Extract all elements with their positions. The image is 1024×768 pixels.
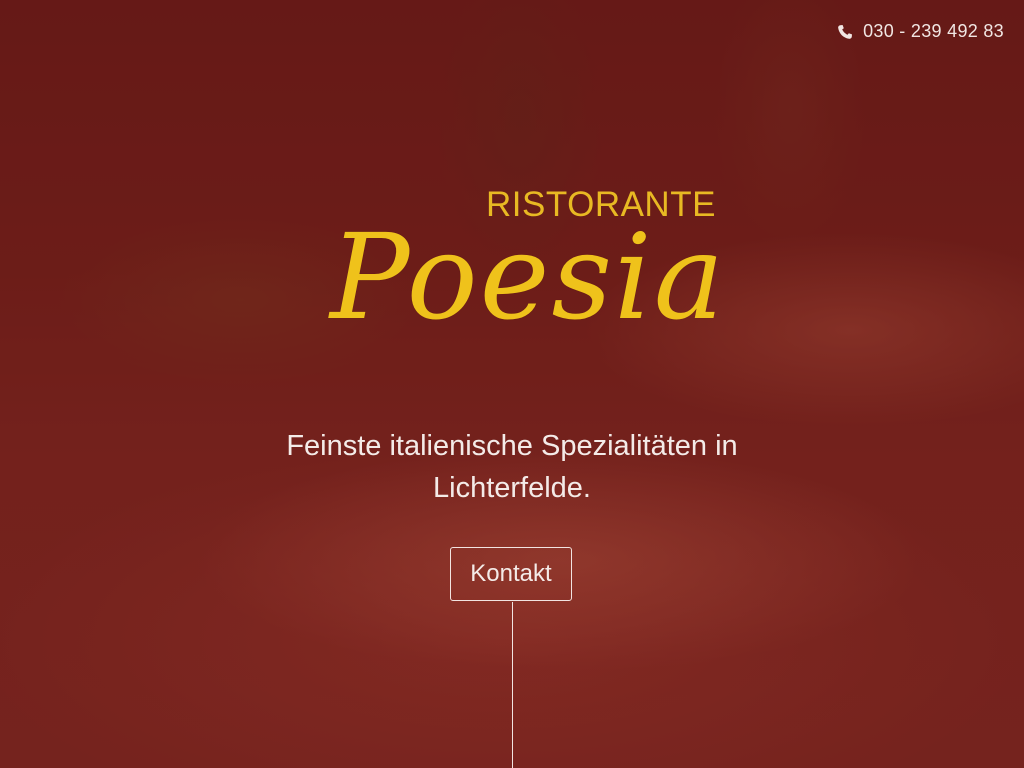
contact-button[interactable]: Kontakt <box>450 547 572 601</box>
tagline-line-2: Lichterfelde. <box>433 472 591 504</box>
phone-contact[interactable]: 030 - 239 492 83 <box>837 21 1004 42</box>
scroll-indicator-line <box>512 602 513 768</box>
phone-number[interactable]: 030 - 239 492 83 <box>863 21 1004 42</box>
brand-name: Poesia <box>330 208 727 346</box>
tagline-line-1: Feinste italienische Spezialitäten in <box>286 430 738 462</box>
phone-icon <box>837 24 853 40</box>
tagline: Feinste italienische Spezialitäten in Li… <box>262 425 762 509</box>
